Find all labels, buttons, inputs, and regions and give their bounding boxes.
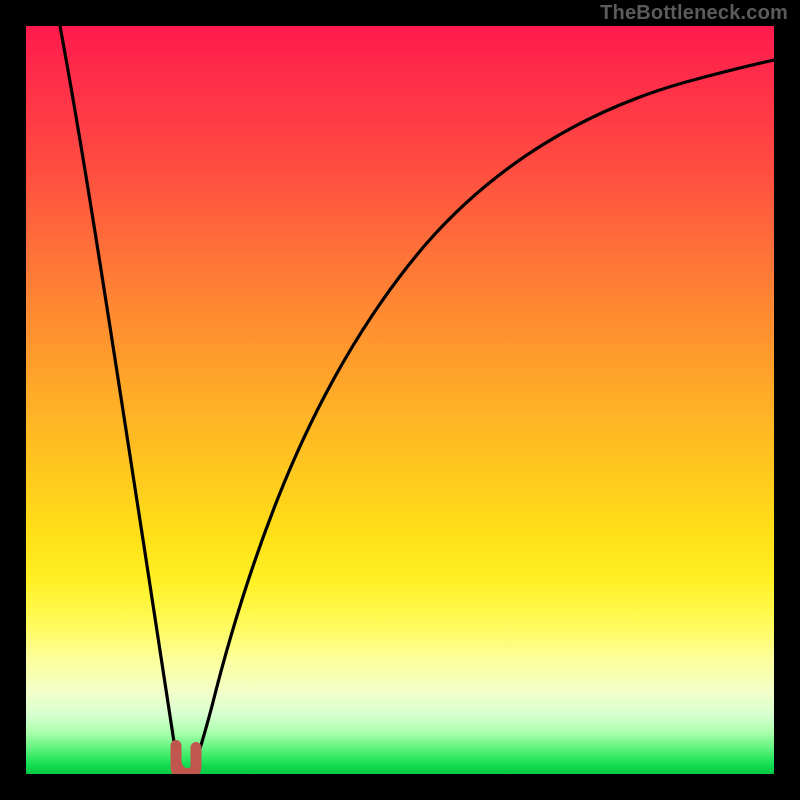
min-marker-icon xyxy=(172,742,200,775)
chart-frame: TheBottleneck.com xyxy=(0,0,800,800)
curve-overlay xyxy=(26,26,774,774)
plot-area xyxy=(26,26,774,774)
bottleneck-curve xyxy=(60,26,774,772)
watermark-text: TheBottleneck.com xyxy=(600,2,788,25)
